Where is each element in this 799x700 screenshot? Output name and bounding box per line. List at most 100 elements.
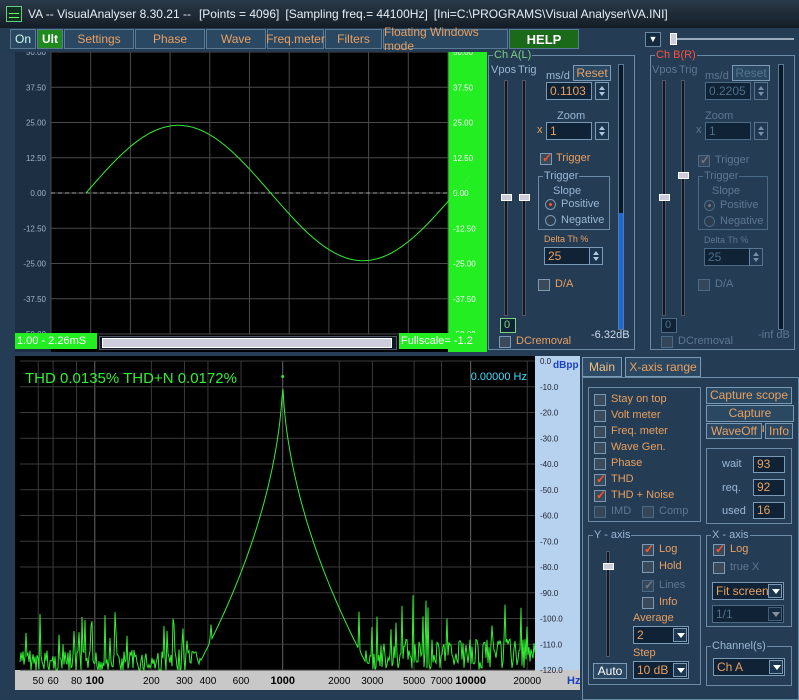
- scope-scroll-thumb[interactable]: [102, 338, 392, 348]
- waveoff-button[interactable]: WaveOff: [706, 423, 762, 439]
- scope-plot[interactable]: 50.00 37.50 25.00 12.50 0.00 -12.50 -25.00 -37.…: [15, 52, 487, 352]
- phase-button[interactable]: Phase: [135, 29, 205, 49]
- y-log-checkbox[interactable]: [642, 542, 654, 556]
- spectrum-db-tick: 0.0: [540, 357, 552, 366]
- comp-label: Comp: [659, 505, 689, 517]
- used-field[interactable]: 16: [753, 502, 785, 519]
- chb-vpos-thumb[interactable]: [659, 194, 670, 201]
- wave-gen-checkbox[interactable]: [594, 442, 606, 454]
- chb-negative-radio[interactable]: [704, 216, 715, 227]
- chb-offset-field[interactable]: 0: [661, 318, 677, 333]
- channel-select[interactable]: Ch A: [713, 658, 785, 676]
- chb-reset-button[interactable]: Reset: [732, 65, 770, 81]
- freq-meter-checkbox[interactable]: [594, 426, 606, 438]
- chb-msd-spinner[interactable]: [754, 82, 768, 100]
- wave-button[interactable]: Wave: [206, 29, 266, 49]
- chevron-down-icon[interactable]: [769, 660, 783, 674]
- wait-field[interactable]: 93: [753, 456, 785, 473]
- scope-scrollbar[interactable]: [99, 336, 397, 350]
- stay-on-top-checkbox[interactable]: [594, 394, 606, 406]
- oscilloscope[interactable]: 50.00 37.50 25.00 12.50 0.00 -12.50 -25.00 -37.…: [15, 52, 487, 352]
- thd-noise-checkbox[interactable]: [594, 488, 606, 502]
- spectrum-db-tick: -60.0: [540, 512, 559, 521]
- cha-dcremoval-checkbox[interactable]: [499, 336, 511, 348]
- spectrum-freq-tick: 80: [71, 676, 83, 687]
- title-app: VA -- VisualAnalyser 8.30.21 --: [28, 7, 191, 21]
- fit-screen-select[interactable]: Fit screen: [712, 582, 784, 600]
- cha-trig-thumb[interactable]: [519, 194, 530, 201]
- chevron-down-icon[interactable]: [768, 584, 782, 598]
- chb-msd-field[interactable]: 0.2205: [705, 82, 751, 100]
- cha-positive-radio[interactable]: [545, 199, 556, 210]
- chb-zoom-field[interactable]: 1: [705, 122, 751, 140]
- floating-windows-button[interactable]: Floating Windows mode: [383, 25, 508, 53]
- cha-reset-button[interactable]: Reset: [573, 65, 611, 81]
- chevron-down-icon[interactable]: [673, 663, 687, 677]
- thd-noise-label: THD + Noise: [611, 489, 675, 501]
- cha-level-meter: [618, 64, 624, 330]
- chb-dcremoval-checkbox[interactable]: [661, 336, 673, 348]
- scope-left-tick: 25.00: [26, 119, 47, 128]
- ratio-select[interactable]: 1/1: [712, 605, 784, 623]
- average-select[interactable]: 2: [633, 626, 689, 644]
- chevron-down-icon[interactable]: ▼: [645, 32, 661, 47]
- capture-spectrum-button[interactable]: Capture spectrum: [706, 405, 794, 435]
- y-lines-checkbox[interactable]: [642, 578, 654, 592]
- cha-negative-radio[interactable]: [545, 215, 556, 226]
- cha-offset-field[interactable]: 0: [500, 318, 516, 333]
- chb-trigger-checkbox[interactable]: [698, 153, 710, 167]
- cha-da-checkbox[interactable]: [538, 279, 550, 291]
- filters-button[interactable]: Filters: [325, 29, 382, 49]
- info-button[interactable]: Info: [765, 423, 793, 439]
- chb-delta-field[interactable]: 25: [704, 248, 750, 266]
- freq-meter-button[interactable]: Freq.meter: [266, 29, 325, 49]
- help-button[interactable]: HELP: [509, 29, 579, 49]
- imd-checkbox[interactable]: [594, 506, 606, 518]
- chevron-down-icon[interactable]: [768, 607, 782, 621]
- spectrum-freq-tick: 5000: [403, 676, 426, 687]
- thd-checkbox[interactable]: [594, 472, 606, 486]
- cha-delta-spinner[interactable]: [589, 247, 603, 265]
- chb-positive-radio[interactable]: [704, 200, 715, 211]
- volt-meter-checkbox[interactable]: [594, 410, 606, 422]
- step-select[interactable]: 10 dB: [633, 661, 689, 679]
- scope-left-tick: -25.00: [23, 260, 46, 269]
- y-axis-slider-thumb[interactable]: [603, 563, 614, 570]
- spectrum-plot[interactable]: 0.0 -10.0 -20.0 -30.0 -40.0 -50.0 -60.0 -70.0 -8…: [15, 356, 580, 690]
- slider-thumb[interactable]: [670, 33, 677, 45]
- y-axis-title: Y - axis: [593, 529, 632, 541]
- tab-x-axis-range[interactable]: X-axis range: [625, 357, 701, 377]
- volt-meter-label: Volt meter: [611, 409, 661, 421]
- y-hold-checkbox[interactable]: [642, 561, 654, 573]
- chb-da-checkbox[interactable]: [698, 279, 710, 291]
- settings-button[interactable]: Settings: [64, 29, 134, 49]
- chb-delta-spinner[interactable]: [749, 248, 763, 266]
- cha-zoom-spinner[interactable]: [595, 122, 609, 140]
- x-log-checkbox[interactable]: [713, 542, 725, 556]
- y-info-checkbox[interactable]: [642, 597, 654, 609]
- on-button[interactable]: On: [10, 29, 36, 49]
- cha-msd-spinner[interactable]: [595, 82, 609, 100]
- capture-scope-button[interactable]: Capture scope: [706, 387, 792, 404]
- spectrum-freq-tick: 2000: [328, 676, 351, 687]
- thd-readout: THD 0.0135% THD+N 0.0172%: [25, 370, 237, 387]
- spectrum-analyzer[interactable]: 0.0 -10.0 -20.0 -30.0 -40.0 -50.0 -60.0 -70.0 -8…: [15, 356, 580, 690]
- top-slider[interactable]: [668, 30, 796, 48]
- cha-trigger-checkbox[interactable]: [540, 151, 552, 165]
- true-x-checkbox[interactable]: [713, 562, 725, 574]
- tab-main[interactable]: Main: [582, 357, 622, 377]
- cha-delta-field[interactable]: 25: [544, 247, 590, 265]
- phase-checkbox[interactable]: [594, 458, 606, 470]
- spectrum-db-tick: -120.0: [540, 666, 563, 675]
- cha-vpos-thumb[interactable]: [501, 194, 512, 201]
- chb-trig-thumb[interactable]: [678, 172, 689, 179]
- auto-button[interactable]: Auto: [593, 663, 627, 679]
- chevron-down-icon[interactable]: [673, 628, 687, 642]
- average-value: 2: [637, 628, 644, 642]
- chb-zoom-spinner[interactable]: [754, 122, 768, 140]
- cha-zoom-field[interactable]: 1: [546, 122, 592, 140]
- ult-button[interactable]: Ult: [37, 29, 63, 49]
- req-field[interactable]: 92: [753, 479, 785, 496]
- cha-msd-field[interactable]: 0.1103: [546, 82, 592, 100]
- comp-checkbox[interactable]: [642, 506, 654, 518]
